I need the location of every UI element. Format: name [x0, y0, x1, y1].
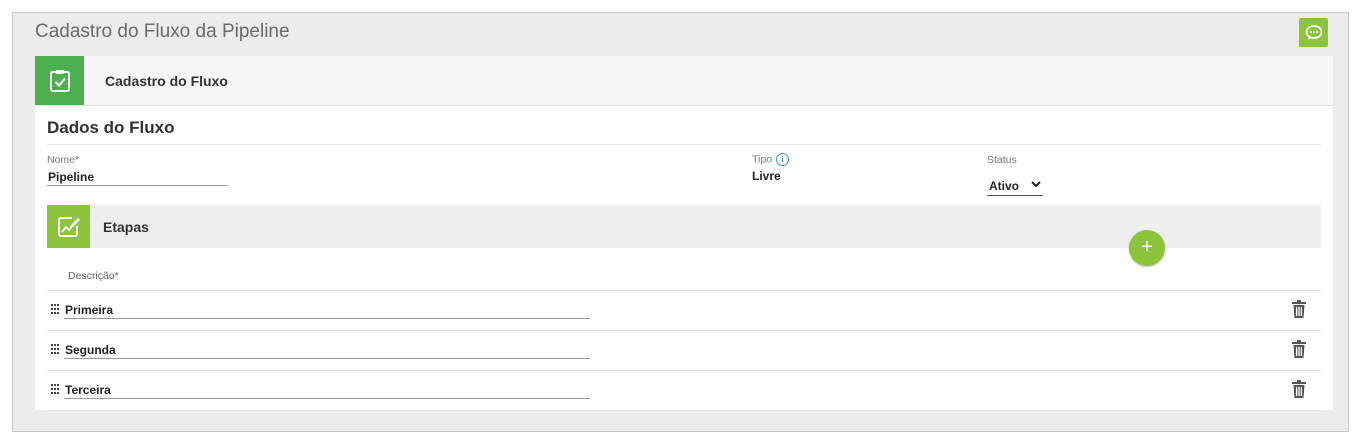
chevron-down-icon [1031, 181, 1041, 188]
info-icon[interactable]: i [776, 153, 790, 166]
etapas-title: Etapas [103, 219, 149, 235]
status-label: Status [987, 154, 1017, 166]
nome-input-underline [47, 185, 228, 186]
descricao-column-header: Descrição* [68, 270, 119, 282]
row-divider [47, 410, 1321, 411]
divider [47, 144, 1321, 145]
drag-handle-icon[interactable] [51, 304, 59, 314]
form-panel: Cadastro do Fluxo Dados do Fluxo Nome* P… [35, 56, 1333, 411]
step-description-value: Terceira [65, 383, 111, 397]
page-title: Cadastro do Fluxo da Pipeline [35, 21, 290, 42]
add-step-button[interactable]: + [1129, 230, 1165, 266]
speech-bubble-icon [1305, 24, 1322, 40]
help-button[interactable] [1299, 18, 1328, 47]
section-title-dados: Dados do Fluxo [47, 118, 175, 137]
status-select-value: Ativo [989, 179, 1019, 193]
panel-header: Cadastro do Fluxo [35, 56, 1333, 106]
nome-label: Nome* [47, 154, 80, 166]
tipo-label: Tipo i [752, 153, 790, 166]
status-select[interactable]: Ativo [987, 178, 1043, 196]
step-description-input[interactable]: Segunda [64, 341, 590, 359]
step-description-value: Primeira [65, 303, 114, 317]
chart-edit-icon [47, 205, 90, 248]
drag-handle-icon[interactable] [51, 344, 59, 354]
page-container: Cadastro do Fluxo da Pipeline Cadastro d… [12, 12, 1349, 432]
step-row: Terceira [47, 370, 1321, 410]
nome-input[interactable]: Pipeline [48, 170, 94, 184]
trash-icon[interactable] [1292, 300, 1306, 318]
trash-icon[interactable] [1292, 380, 1306, 398]
step-row: Primeira [47, 290, 1321, 330]
tipo-label-text: Tipo [752, 153, 773, 166]
step-row: Segunda [47, 330, 1321, 370]
tipo-value: Livre [752, 169, 781, 183]
step-description-input[interactable]: Terceira [64, 381, 590, 399]
step-description-value: Segunda [65, 343, 116, 357]
trash-icon[interactable] [1292, 340, 1306, 358]
drag-handle-icon[interactable] [51, 384, 59, 394]
clipboard-check-icon [35, 56, 84, 105]
panel-header-label: Cadastro do Fluxo [105, 73, 228, 89]
step-description-input[interactable]: Primeira [64, 301, 590, 319]
